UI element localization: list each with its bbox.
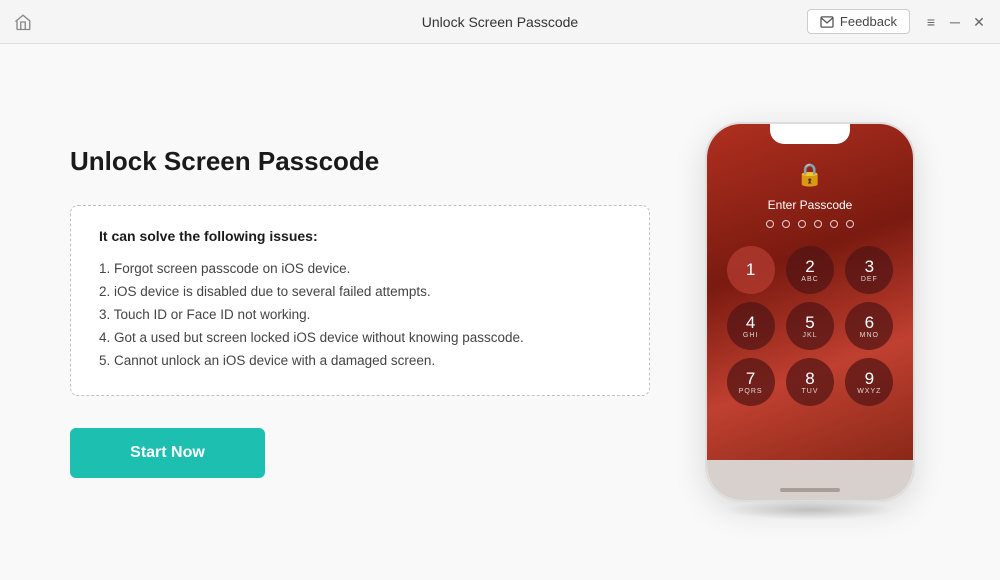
home-icon[interactable] [12, 11, 34, 33]
window-controls: ≡ ─ ✕ [922, 13, 988, 31]
num-button-5[interactable]: 5 JKL [786, 302, 834, 350]
num-button-3[interactable]: 3 DEF [845, 246, 893, 294]
list-item: 1. Forgot screen passcode on iOS device. [99, 258, 621, 281]
phone-mockup: 🔒 Enter Passcode 1 2 [705, 122, 915, 502]
passcode-dot [798, 220, 806, 228]
start-now-button[interactable]: Start Now [70, 428, 265, 478]
issues-heading: It can solve the following issues: [99, 228, 621, 244]
minimize-button[interactable]: ─ [946, 13, 964, 31]
menu-button[interactable]: ≡ [922, 13, 940, 31]
feedback-button[interactable]: Feedback [807, 9, 910, 34]
phone-shadow [725, 500, 895, 520]
list-item: 4. Got a used but screen locked iOS devi… [99, 327, 621, 350]
num-button-9[interactable]: 9 WXYZ [845, 358, 893, 406]
num-button-7[interactable]: 7 PQRS [727, 358, 775, 406]
passcode-dots [766, 220, 854, 228]
main-content: Unlock Screen Passcode It can solve the … [0, 44, 1000, 580]
num-button-6[interactable]: 6 MNO [845, 302, 893, 350]
phone-screen: 🔒 Enter Passcode 1 2 [707, 124, 913, 460]
feedback-label: Feedback [840, 14, 897, 29]
home-bar [780, 488, 840, 492]
right-panel: 🔒 Enter Passcode 1 2 [690, 122, 930, 502]
phone-notch [770, 124, 850, 144]
titlebar-right: Feedback ≡ ─ ✕ [807, 9, 988, 34]
list-item: 2. iOS device is disabled due to several… [99, 281, 621, 304]
passcode-dot [846, 220, 854, 228]
app-title: Unlock Screen Passcode [422, 14, 578, 30]
num-button-1[interactable]: 1 [727, 246, 775, 294]
passcode-dot [814, 220, 822, 228]
list-item: 3. Touch ID or Face ID not working. [99, 304, 621, 327]
passcode-dot [782, 220, 790, 228]
mail-icon [820, 16, 834, 28]
titlebar-left [12, 11, 34, 33]
passcode-dot [766, 220, 774, 228]
close-button[interactable]: ✕ [970, 13, 988, 31]
num-button-2[interactable]: 2 ABC [786, 246, 834, 294]
phone-bottom [707, 460, 913, 500]
left-panel: Unlock Screen Passcode It can solve the … [70, 146, 690, 478]
num-button-4[interactable]: 4 GHI [727, 302, 775, 350]
page-title: Unlock Screen Passcode [70, 146, 650, 177]
issues-list: 1. Forgot screen passcode on iOS device.… [99, 258, 621, 373]
enter-passcode-text: Enter Passcode [768, 198, 853, 212]
titlebar: Unlock Screen Passcode Feedback ≡ ─ ✕ [0, 0, 1000, 44]
numpad: 1 2 ABC 3 DEF 4 GHI [707, 246, 913, 406]
num-button-8[interactable]: 8 TUV [786, 358, 834, 406]
lock-icon: 🔒 [796, 162, 823, 188]
passcode-dot [830, 220, 838, 228]
list-item: 5. Cannot unlock an iOS device with a da… [99, 350, 621, 373]
issues-box: It can solve the following issues: 1. Fo… [70, 205, 650, 396]
